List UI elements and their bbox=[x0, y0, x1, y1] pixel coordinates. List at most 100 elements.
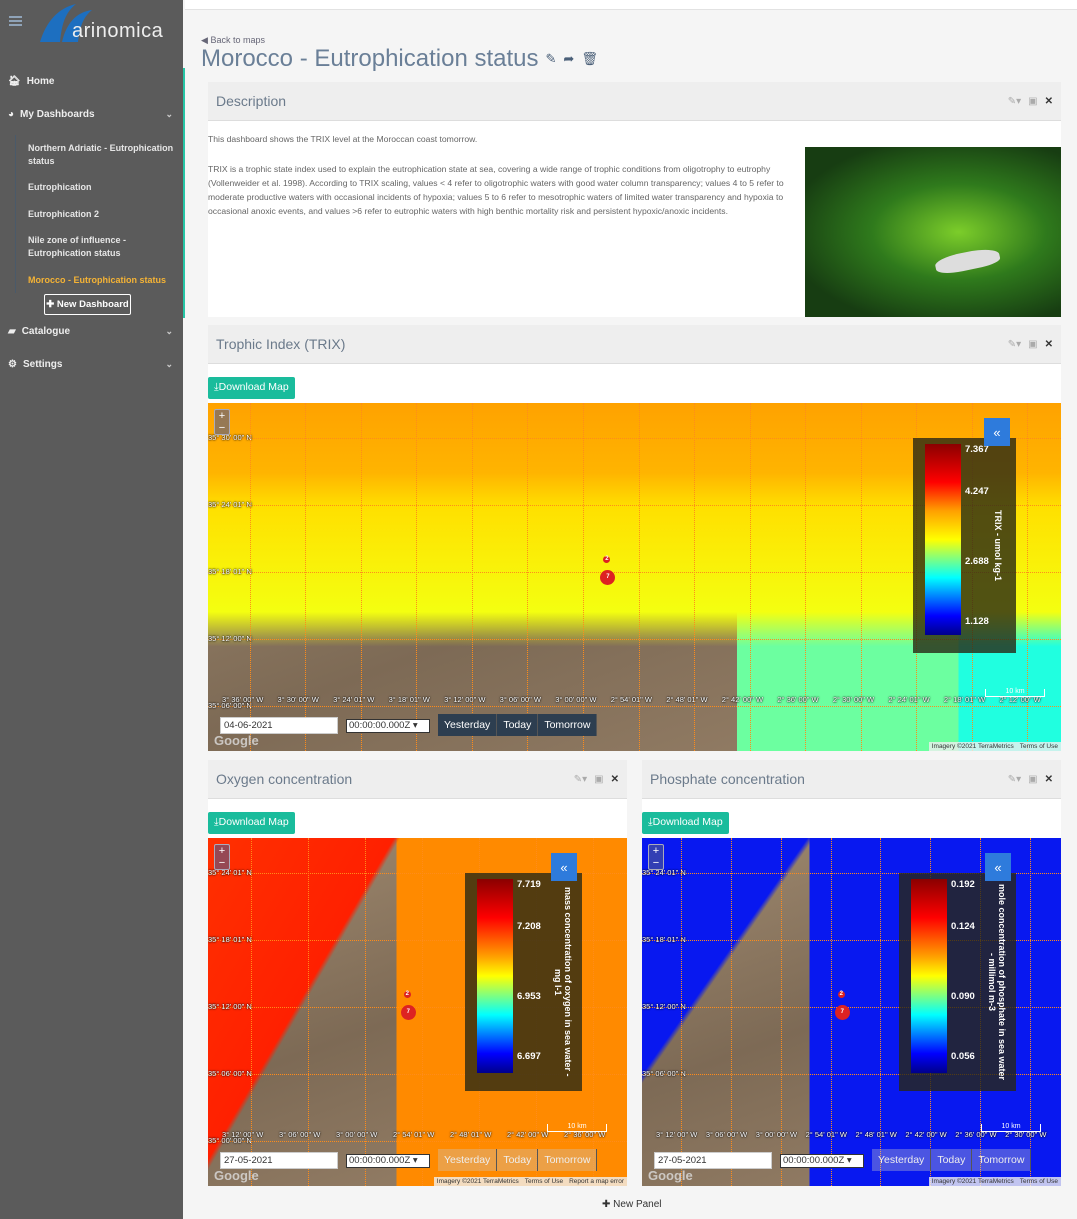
longitude-label: 2° 48' 01" W bbox=[855, 1130, 897, 1139]
today-button[interactable]: Today bbox=[931, 1149, 973, 1171]
sidebar-item-settings[interactable]: ⚙ Settings ⌄ bbox=[8, 359, 173, 370]
home-icon: 🏠︎ bbox=[8, 76, 21, 87]
collapse-legend-button[interactable]: « bbox=[985, 853, 1011, 881]
time-select[interactable]: 00:00:00.000Z ▾ bbox=[346, 719, 430, 733]
color-legend: 0.192 0.124 0.090 0.056 mole concentration … bbox=[899, 873, 1016, 1091]
share-icon[interactable]: ➦ bbox=[563, 51, 574, 67]
zoom-control[interactable]: + − bbox=[648, 844, 664, 870]
zoom-control[interactable]: + − bbox=[214, 409, 230, 435]
map-attribution: Imagery ©2021 TerraMetrics Terms of Use Re… bbox=[433, 1177, 627, 1186]
terms-link[interactable]: Terms of Use bbox=[1020, 743, 1058, 750]
zoom-in-button[interactable]: + bbox=[649, 845, 663, 857]
edit-dropdown-icon[interactable]: ✎▾ bbox=[1008, 96, 1021, 107]
description-panel: Description ✎▾ ▣ ✕ This dashboard shows th… bbox=[208, 82, 1061, 317]
longitude-label: 2° 42' 00" W bbox=[507, 1130, 549, 1139]
terms-link[interactable]: Terms of Use bbox=[525, 1178, 563, 1185]
map-marker[interactable]: 7 bbox=[600, 570, 616, 586]
panel-header: Phosphate concentration ✎▾ ▣ ✕ bbox=[642, 760, 1061, 799]
zoom-out-button[interactable]: − bbox=[215, 422, 229, 434]
map-view[interactable]: 35° 24' 01" N 35° 18' 01" N 35° 12' 00" N3… bbox=[642, 838, 1061, 1186]
new-panel-button[interactable]: ✚ New Panel bbox=[602, 1199, 662, 1210]
longitude-label: 2° 48' 01" W bbox=[666, 695, 708, 704]
longitude-label: 2° 54' 01" W bbox=[393, 1130, 435, 1139]
download-map-button[interactable]: ⤓Download Map bbox=[208, 812, 295, 834]
dashboard-link-morocco[interactable]: Morocco - Eutrophication status bbox=[28, 274, 178, 287]
latitude-label: 35° 06' 00" N bbox=[208, 1069, 252, 1078]
collapse-legend-button[interactable]: « bbox=[551, 853, 577, 881]
zoom-in-button[interactable]: + bbox=[215, 845, 229, 857]
close-icon[interactable]: ✕ bbox=[1045, 339, 1053, 350]
trash-icon[interactable]: 🗑︎ bbox=[581, 51, 598, 67]
edit-dropdown-icon[interactable]: ✎▾ bbox=[574, 774, 587, 785]
imagery-credit: Imagery ©2021 TerraMetrics bbox=[436, 1178, 519, 1185]
legend-value: 1.128 bbox=[965, 616, 989, 627]
edit-dropdown-icon[interactable]: ✎▾ bbox=[1008, 339, 1021, 350]
button-label: Download Map bbox=[218, 381, 289, 393]
terms-link[interactable]: Terms of Use bbox=[1020, 1178, 1058, 1185]
sidebar-item-label: Settings bbox=[22, 359, 63, 370]
legend-unit: mole concentration of phosphate in sea w… bbox=[987, 883, 1007, 1081]
today-button[interactable]: Today bbox=[497, 1149, 539, 1171]
download-map-button[interactable]: ⤓Download Map bbox=[208, 377, 295, 399]
report-map-error-link[interactable]: Report a map error bbox=[569, 1178, 624, 1185]
map-attribution: Imagery ©2021 TerraMetrics Terms of Use bbox=[928, 1177, 1061, 1186]
zoom-in-button[interactable]: + bbox=[215, 410, 229, 422]
longitude-label: 3° 00' 00" W bbox=[555, 695, 597, 704]
zoom-out-button[interactable]: − bbox=[215, 857, 229, 869]
close-icon[interactable]: ✕ bbox=[1045, 774, 1053, 785]
legend-value: 6.697 bbox=[517, 1051, 541, 1062]
scale-bar: 10 km bbox=[547, 1123, 607, 1132]
legend-value: 4.247 bbox=[965, 486, 989, 497]
zoom-out-button[interactable]: − bbox=[649, 857, 663, 869]
sidebar-item-home[interactable]: 🏠︎ Home bbox=[8, 76, 173, 87]
time-select[interactable]: 00:00:00.000Z ▾ bbox=[780, 1154, 864, 1168]
edit-icon[interactable]: ✎ bbox=[546, 51, 557, 67]
tomorrow-button[interactable]: Tomorrow bbox=[538, 714, 598, 736]
new-dashboard-button[interactable]: ✚ New Dashboard bbox=[44, 294, 131, 315]
collapse-legend-button[interactable]: « bbox=[984, 418, 1010, 446]
dashboard-link-eutrophication[interactable]: Eutrophication bbox=[28, 181, 178, 194]
gear-icon: ⚙ bbox=[8, 359, 17, 370]
download-map-button[interactable]: ⤓Download Map bbox=[642, 812, 729, 834]
yesterday-button[interactable]: Yesterday bbox=[872, 1149, 932, 1171]
save-icon[interactable]: ▣ bbox=[1028, 96, 1037, 107]
tomorrow-button[interactable]: Tomorrow bbox=[972, 1149, 1032, 1171]
map-view[interactable]: 35° 30' 00" N 35° 24' 01" N 35° 18' 01" N3… bbox=[208, 403, 1061, 751]
close-icon[interactable]: ✕ bbox=[1045, 96, 1053, 107]
date-input[interactable]: 27-05-2021 bbox=[654, 1152, 772, 1169]
yesterday-button[interactable]: Yesterday bbox=[438, 1149, 498, 1171]
latitude-label: 35° 06' 00" N bbox=[642, 1069, 686, 1078]
dashboard-link-nile[interactable]: Nile zone of influence - Eutrophication … bbox=[28, 234, 178, 260]
map-marker[interactable]: 7 bbox=[400, 1005, 416, 1021]
edit-dropdown-icon[interactable]: ✎▾ bbox=[1008, 774, 1021, 785]
zoom-control[interactable]: + − bbox=[214, 844, 230, 870]
today-button[interactable]: Today bbox=[497, 714, 539, 736]
longitude-label: 3° 12' 00" W bbox=[656, 1130, 698, 1139]
map-marker[interactable]: 7 bbox=[834, 1005, 850, 1021]
dashboard-link-northern-adriatic[interactable]: Northern Adriatic - Eutrophication statu… bbox=[28, 142, 178, 168]
time-select[interactable]: 00:00:00.000Z ▾ bbox=[346, 1154, 430, 1168]
map-marker[interactable]: 2 bbox=[403, 991, 411, 999]
map-marker[interactable]: 2 bbox=[837, 991, 845, 999]
page-title: Morocco - Eutrophication status bbox=[201, 45, 539, 72]
panel-header: Description ✎▾ ▣ ✕ bbox=[208, 82, 1061, 121]
menu-toggle-icon[interactable] bbox=[9, 16, 22, 26]
dashboard-link-eutrophication-2[interactable]: Eutrophication 2 bbox=[28, 208, 178, 221]
latitude-label: 35° 12' 00" N bbox=[642, 1002, 686, 1011]
yesterday-button[interactable]: Yesterday bbox=[438, 714, 498, 736]
save-icon[interactable]: ▣ bbox=[1028, 339, 1037, 350]
sidebar-item-my-dashboards[interactable]: ◕ My Dashboards ⌄ bbox=[8, 109, 173, 120]
longitude-label: 2° 18' 01" W bbox=[943, 695, 986, 704]
save-icon[interactable]: ▣ bbox=[1028, 774, 1037, 785]
sidebar-item-catalogue[interactable]: ▰ Catalogue ⌄ bbox=[8, 326, 173, 337]
color-legend: 7.367 4.247 2.688 1.128 TRIX - umol kg-1 bbox=[913, 438, 1016, 653]
tomorrow-button[interactable]: Tomorrow bbox=[538, 1149, 598, 1171]
save-icon[interactable]: ▣ bbox=[594, 774, 603, 785]
map-marker[interactable]: 2 bbox=[603, 556, 611, 564]
date-input[interactable]: 27-05-2021 bbox=[220, 1152, 338, 1169]
close-icon[interactable]: ✕ bbox=[611, 774, 619, 785]
map-attribution: Imagery ©2021 TerraMetrics Terms of Use bbox=[928, 742, 1061, 751]
map-view[interactable]: 35° 24' 01" N 35° 18' 01" N 35° 12' 00" N3… bbox=[208, 838, 627, 1186]
longitude-label: 3° 12' 00" W bbox=[444, 695, 486, 704]
date-input[interactable]: 04-06-2021 bbox=[220, 717, 338, 734]
